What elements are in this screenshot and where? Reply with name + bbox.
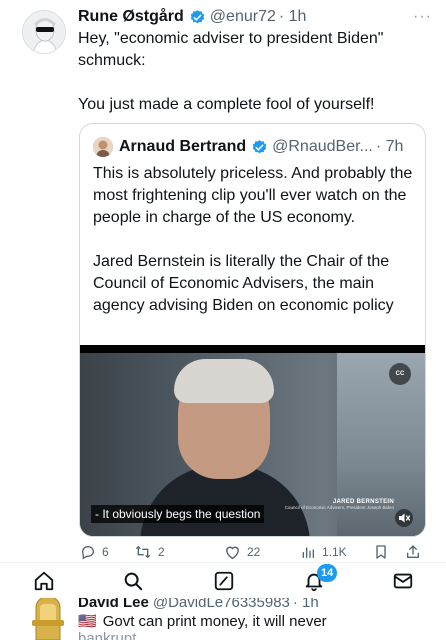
author-avatar[interactable] [22,10,66,54]
tweet-text-line: Hey, "economic adviser to president Bide… [78,30,384,47]
more-options-icon[interactable]: ··· [413,8,432,26]
next-author-avatar[interactable] [28,594,68,640]
speaker-muted-icon [399,513,411,523]
avatar-image [23,11,65,53]
quoted-author-avatar[interactable] [93,137,113,157]
repost-button[interactable]: 2 [134,544,165,560]
next-tweet-cut-text: bankrupt [78,630,137,640]
mute-button[interactable] [395,509,413,527]
bottom-navigation: 14 [0,562,446,598]
author-handle[interactable]: @enur72 [210,8,276,26]
quoted-author-handle[interactable]: @RnaudBer... [272,138,373,156]
lower-third-role: Council of Economic Advisers, President … [284,505,394,510]
closed-captions-button[interactable]: CC [389,363,411,385]
reply-button[interactable]: 6 [80,544,109,560]
golden-throne-image [32,595,64,640]
video-player[interactable]: CC - It obviously begs the question JARE… [80,345,425,536]
next-tweet-body: Govt can print money, it will never [102,613,327,630]
notifications-badge: 14 [317,564,338,582]
views-button[interactable]: 1.1K [300,544,347,560]
nav-messages[interactable] [391,569,415,593]
reply-count: 6 [102,545,109,559]
quoted-tweet-header: Arnaud Bertrand @RnaudBer... · 7h [93,136,415,158]
tweet-text: Hey, "economic adviser to president Bide… [78,28,430,116]
next-tweet[interactable]: David Lee @DavidLe76335983 · 1h 🇺🇸 Govt c… [0,594,446,640]
view-count: 1.1K [322,545,347,559]
views-chart-icon [302,547,314,558]
reply-icon [81,545,95,560]
bookmark-button[interactable] [374,544,388,560]
quoted-paragraph: Jared Bernstein is literally the Chair o… [93,253,394,314]
verified-badge-icon [252,139,267,153]
quoted-avatar-image [93,137,113,157]
next-tweet-text: 🇺🇸 Govt can print money, it will never [78,612,418,632]
video-top-bar [80,345,425,353]
like-button[interactable]: 22 [224,544,260,560]
video-lower-third: JARED BERNSTEIN Council of Economic Advi… [266,499,394,510]
author-name[interactable]: Rune Østgård [78,8,184,26]
video-person-hair [174,359,274,403]
heart-icon [226,546,239,560]
tweet-header: Rune Østgård @enur72 · 1h [78,6,438,28]
repost-icon [135,546,151,558]
messages-icon [393,573,413,589]
tweet-text-line: schmuck: [78,52,146,69]
verified-badge-icon [190,9,205,23]
like-count: 22 [247,545,261,559]
tweet-text-line: You just made a complete fool of yoursel… [78,96,375,113]
quoted-tweet-text: This is absolutely priceless. And probab… [93,163,419,317]
nav-notifications[interactable]: 14 [302,564,338,593]
nav-search[interactable] [121,569,145,593]
quoted-tweet-time[interactable]: · 7h [376,138,404,156]
nav-home[interactable] [32,569,56,593]
compose-icon [214,571,234,591]
us-flag-emoji: 🇺🇸 [78,613,97,630]
quoted-paragraph: This is absolutely priceless. And probab… [93,165,413,226]
quoted-author-name[interactable]: Arnaud Bertrand [119,138,246,156]
tweet[interactable]: Rune Østgård @enur72 · 1h ··· Hey, "econ… [0,0,446,640]
video-caption: - It obviously begs the question [91,505,265,523]
share-icon [407,545,419,558]
share-button[interactable] [405,544,421,560]
tweet-time[interactable]: · 1h [279,8,307,26]
quoted-tweet[interactable]: Arnaud Bertrand @RnaudBer... · 7h This i… [79,123,426,537]
nav-compose[interactable] [212,569,236,593]
home-icon [34,571,54,591]
repost-count: 2 [158,545,165,559]
search-icon [124,572,143,591]
tweet-actions: 6 2 22 1.1K [78,544,430,564]
bookmark-icon [376,545,386,559]
